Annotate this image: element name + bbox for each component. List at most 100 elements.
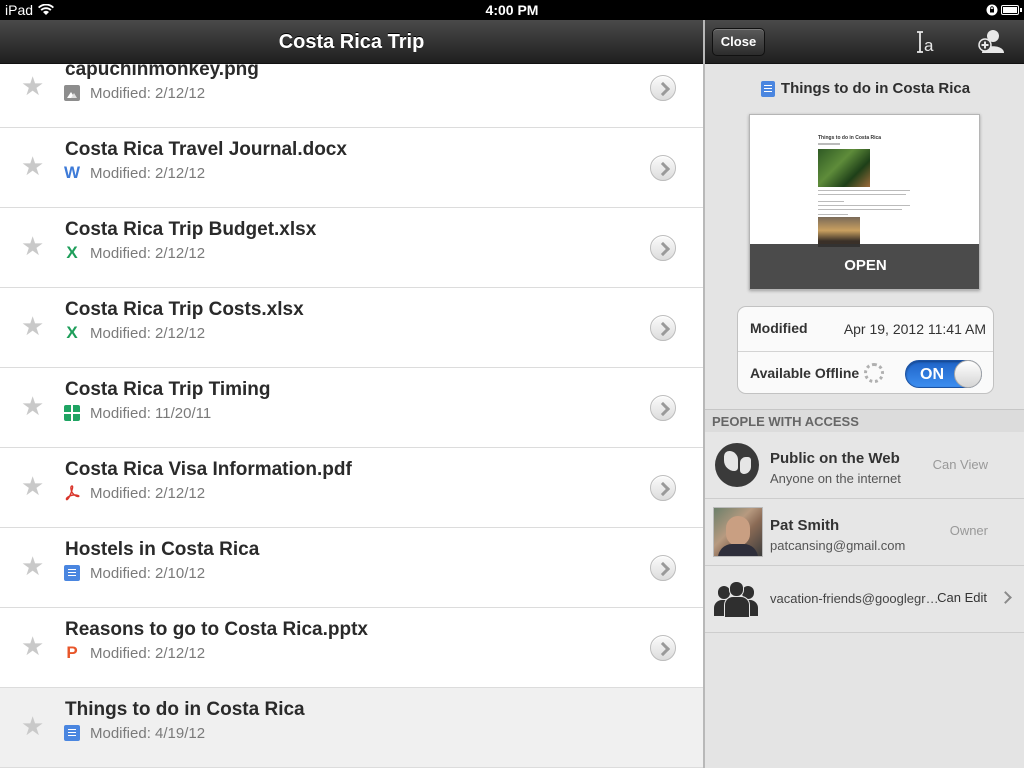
disclosure-button[interactable]	[650, 635, 676, 661]
file-list[interactable]: ★ capuchinmonkey.png Modified: 2/12/12 ★…	[0, 64, 703, 768]
close-button[interactable]: Close	[712, 28, 765, 56]
modified-label: Modified	[750, 320, 808, 336]
group-icon	[713, 580, 763, 618]
file-modified: Modified: 2/12/12	[90, 165, 206, 182]
powerpoint-icon: P	[66, 643, 78, 662]
modified-row: Modified Apr 19, 2012 11:41 AM	[738, 307, 993, 350]
document-preview[interactable]: Things to do in Costa Rica OPEN	[749, 114, 980, 290]
document-icon	[760, 80, 775, 97]
excel-icon: X	[66, 243, 78, 262]
offline-label: Available Offline	[750, 365, 860, 381]
details-pane: Close a Things to do in Costa Rica Thing…	[703, 20, 1024, 768]
document-title-row: Things to do in Costa Rica	[705, 80, 1024, 98]
document-icon	[64, 725, 80, 741]
file-name: Costa Rica Trip Costs.xlsx	[65, 299, 304, 320]
file-modified: Modified: 11/20/11	[90, 405, 212, 422]
access-entry-public[interactable]: Public on the Web Anyone on the internet…	[705, 432, 1024, 499]
file-row[interactable]: ★ Costa Rica Trip Costs.xlsx X Modified:…	[0, 288, 703, 368]
add-person-icon[interactable]	[977, 28, 1005, 60]
rotation-lock-icon	[986, 3, 998, 19]
image-icon	[64, 85, 80, 101]
preview-text-line	[818, 214, 848, 215]
file-row[interactable]: ★ Costa Rica Trip Budget.xlsx X Modified…	[0, 208, 703, 288]
disclosure-button[interactable]	[650, 235, 676, 261]
disclosure-button[interactable]	[650, 155, 676, 181]
file-name: Reasons to go to Costa Rica.pptx	[65, 619, 368, 640]
offline-row: Available Offline ON	[738, 351, 993, 393]
document-info-card: Modified Apr 19, 2012 11:41 AM Available…	[737, 306, 994, 394]
preview-image	[818, 149, 870, 187]
file-modified: Modified: 2/12/12	[90, 485, 206, 502]
access-entry-owner[interactable]: Pat Smith patcansing@gmail.com Owner	[705, 499, 1024, 566]
star-icon[interactable]: ★	[21, 233, 45, 259]
preview-image	[818, 217, 860, 247]
file-modified: Modified: 2/12/12	[90, 645, 206, 662]
star-icon[interactable]: ★	[21, 313, 45, 339]
preview-title: Things to do in Costa Rica	[818, 135, 882, 141]
access-entry-group[interactable]: vacation-friends@googlegroups.com Can Ed…	[705, 566, 1024, 633]
file-modified: Modified: 2/10/12	[90, 565, 206, 582]
file-name: Costa Rica Visa Information.pdf	[65, 459, 352, 480]
file-modified: Modified: 2/12/12	[90, 85, 206, 102]
file-name: Costa Rica Trip Timing	[65, 379, 271, 400]
word-icon: W	[64, 163, 81, 182]
star-icon[interactable]: ★	[21, 553, 45, 579]
document-icon	[64, 565, 80, 581]
excel-icon: X	[66, 323, 78, 342]
status-bar: iPad 4:00 PM	[0, 0, 1024, 20]
star-icon[interactable]: ★	[21, 73, 45, 99]
toggle-knob[interactable]	[954, 360, 982, 388]
file-modified: Modified: 4/19/12	[90, 725, 206, 742]
file-name: Things to do in Costa Rica	[65, 699, 305, 720]
file-row[interactable]: ★ Costa Rica Travel Journal.docx W Modif…	[0, 128, 703, 208]
file-name: Costa Rica Travel Journal.docx	[65, 139, 347, 160]
chevron-right-icon[interactable]	[999, 591, 1012, 604]
open-button[interactable]: OPEN	[750, 244, 979, 289]
disclosure-button[interactable]	[650, 315, 676, 341]
preview-text-line	[818, 194, 906, 195]
access-email: patcansing@gmail.com	[770, 538, 906, 553]
toggle-state: ON	[920, 366, 944, 383]
access-role: Can View	[932, 457, 988, 472]
star-icon[interactable]: ★	[21, 393, 45, 419]
disclosure-button[interactable]	[650, 75, 676, 101]
file-modified: Modified: 2/12/12	[90, 325, 206, 342]
globe-icon	[715, 443, 759, 487]
file-row[interactable]: ★ Reasons to go to Costa Rica.pptx P Mod…	[0, 608, 703, 688]
rename-icon[interactable]: a	[915, 30, 941, 60]
details-toolbar: Close a	[705, 20, 1024, 64]
file-row[interactable]: ★ capuchinmonkey.png Modified: 2/12/12	[0, 64, 703, 128]
file-modified: Modified: 2/12/12	[90, 245, 206, 262]
star-icon[interactable]: ★	[21, 633, 45, 659]
file-row[interactable]: ★ Costa Rica Trip Timing Modified: 11/20…	[0, 368, 703, 448]
folder-title: Costa Rica Trip	[0, 20, 703, 64]
file-browser-pane: Costa Rica Trip ★ capuchinmonkey.png Mod…	[0, 20, 703, 768]
battery-icon	[1001, 5, 1022, 15]
file-name: Hostels in Costa Rica	[65, 539, 260, 560]
preview-text-line	[818, 190, 910, 191]
modified-value: Apr 19, 2012 11:41 AM	[843, 321, 986, 337]
avatar	[713, 507, 763, 557]
disclosure-button[interactable]	[650, 555, 676, 581]
loading-spinner-icon	[864, 363, 884, 383]
star-icon[interactable]: ★	[21, 473, 45, 499]
disclosure-button[interactable]	[650, 395, 676, 421]
file-name: capuchinmonkey.png	[65, 64, 259, 80]
access-role[interactable]: Can Edit	[937, 590, 987, 605]
file-row[interactable]: ★ Hostels in Costa Rica Modified: 2/10/1…	[0, 528, 703, 608]
preview-text-line	[818, 201, 844, 202]
preview-text-line	[818, 205, 910, 206]
preview-text-line	[818, 143, 840, 145]
offline-toggle[interactable]: ON	[905, 360, 982, 388]
svg-text:a: a	[924, 36, 934, 54]
file-name: Costa Rica Trip Budget.xlsx	[65, 219, 317, 240]
access-role: Owner	[949, 523, 988, 538]
file-row-selected[interactable]: ★ Things to do in Costa Rica Modified: 4…	[0, 688, 703, 768]
status-time: 4:00 PM	[485, 2, 539, 18]
pdf-icon	[64, 485, 80, 501]
file-row[interactable]: ★ Costa Rica Visa Information.pdf Modifi…	[0, 448, 703, 528]
disclosure-button[interactable]	[650, 475, 676, 501]
star-icon[interactable]: ★	[21, 153, 45, 179]
star-icon[interactable]: ★	[21, 713, 45, 739]
people-with-access-header: PEOPLE WITH ACCESS	[705, 409, 1024, 433]
